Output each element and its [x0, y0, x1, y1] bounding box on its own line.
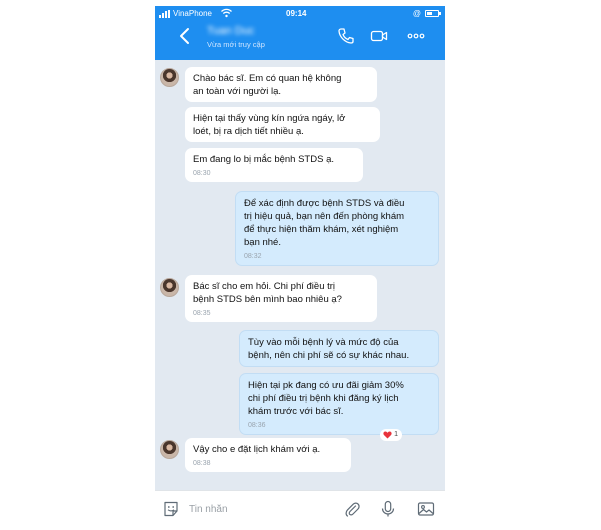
message-input[interactable] — [189, 500, 329, 518]
message-bubble-outgoing[interactable]: Để xác định được bệnh STDS và điều trị h… — [235, 191, 439, 266]
video-camera-icon[interactable] — [370, 27, 388, 45]
contact-avatar[interactable] — [160, 278, 179, 297]
sticker-icon[interactable] — [162, 500, 180, 518]
message-time: 08:32 — [244, 253, 262, 260]
message-bubble-incoming[interactable]: Hiện tại thấy vùng kín ngứa ngáy, lở loé… — [185, 107, 380, 142]
contact-avatar[interactable] — [160, 440, 179, 459]
battery-icon — [425, 10, 441, 17]
more-icon[interactable] — [407, 27, 425, 45]
message-bubble-incoming[interactable]: Bác sĩ cho em hỏi. Chi phí điều trị bệnh… — [185, 275, 377, 322]
heart-icon — [383, 431, 392, 439]
contact-avatar[interactable] — [160, 68, 179, 87]
message-text: Vậy cho e đặt lịch khám với ạ. — [193, 444, 321, 455]
message-time: 08:35 — [193, 310, 211, 317]
microphone-icon[interactable] — [379, 500, 397, 518]
message-bubble-incoming[interactable]: Vậy cho e đặt lịch khám với ạ. 08:38 — [185, 438, 351, 472]
message-time: 08:38 — [193, 460, 211, 467]
paperclip-icon[interactable] — [343, 500, 361, 518]
back-icon[interactable] — [177, 26, 193, 46]
status-time: 09:14 — [286, 9, 307, 18]
message-bubble-incoming[interactable]: Em đang lo bị mắc bệnh STDS ạ. 08:30 — [185, 148, 363, 182]
contact-name[interactable]: Tuan Duc — [207, 25, 254, 37]
chat-screen: VinaPhone 09:14 @ Tuan Duc Vừa mới truy … — [155, 6, 445, 526]
message-time: 08:30 — [193, 170, 211, 177]
message-text: Hiện tại pk đang có ưu đãi giảm 30% chi … — [248, 380, 404, 417]
reaction-count: 1 — [394, 431, 398, 438]
wifi-icon — [221, 8, 232, 18]
message-bubble-outgoing[interactable]: Hiện tại pk đang có ưu đãi giảm 30% chi … — [239, 373, 439, 435]
message-text: Hiện tại thấy vùng kín ngứa ngáy, lở loé… — [193, 113, 346, 137]
message-text: Em đang lo bị mắc bệnh STDS ạ. — [193, 154, 334, 165]
chat-header: VinaPhone 09:14 @ Tuan Duc Vừa mới truy … — [155, 6, 445, 60]
message-bubble-outgoing[interactable]: Tùy vào mỗi bệnh lý và mức độ của bệnh, … — [239, 330, 439, 367]
message-list[interactable]: Chào bác sĩ. Em có quan hệ không an toàn… — [155, 60, 445, 490]
image-icon[interactable] — [417, 500, 435, 518]
message-text: Tùy vào mỗi bệnh lý và mức độ của bệnh, … — [248, 337, 410, 361]
message-text: Bác sĩ cho em hỏi. Chi phí điều trị bệnh… — [193, 281, 342, 305]
carrier-name: VinaPhone — [173, 9, 212, 18]
signal-icon — [159, 10, 171, 18]
message-text: Để xác định được bệnh STDS và điều trị h… — [244, 198, 405, 248]
reaction-badge[interactable]: 1 — [380, 429, 402, 441]
phone-icon[interactable] — [337, 27, 355, 45]
message-text: Chào bác sĩ. Em có quan hệ không an toàn… — [193, 73, 342, 97]
message-time: 08:36 — [248, 422, 266, 429]
message-input-bar — [155, 490, 445, 526]
status-indicator: @ — [412, 9, 421, 18]
contact-status: Vừa mới truy cập — [207, 40, 265, 49]
message-bubble-incoming[interactable]: Chào bác sĩ. Em có quan hệ không an toàn… — [185, 67, 377, 102]
status-bar: VinaPhone 09:14 @ — [155, 6, 445, 22]
